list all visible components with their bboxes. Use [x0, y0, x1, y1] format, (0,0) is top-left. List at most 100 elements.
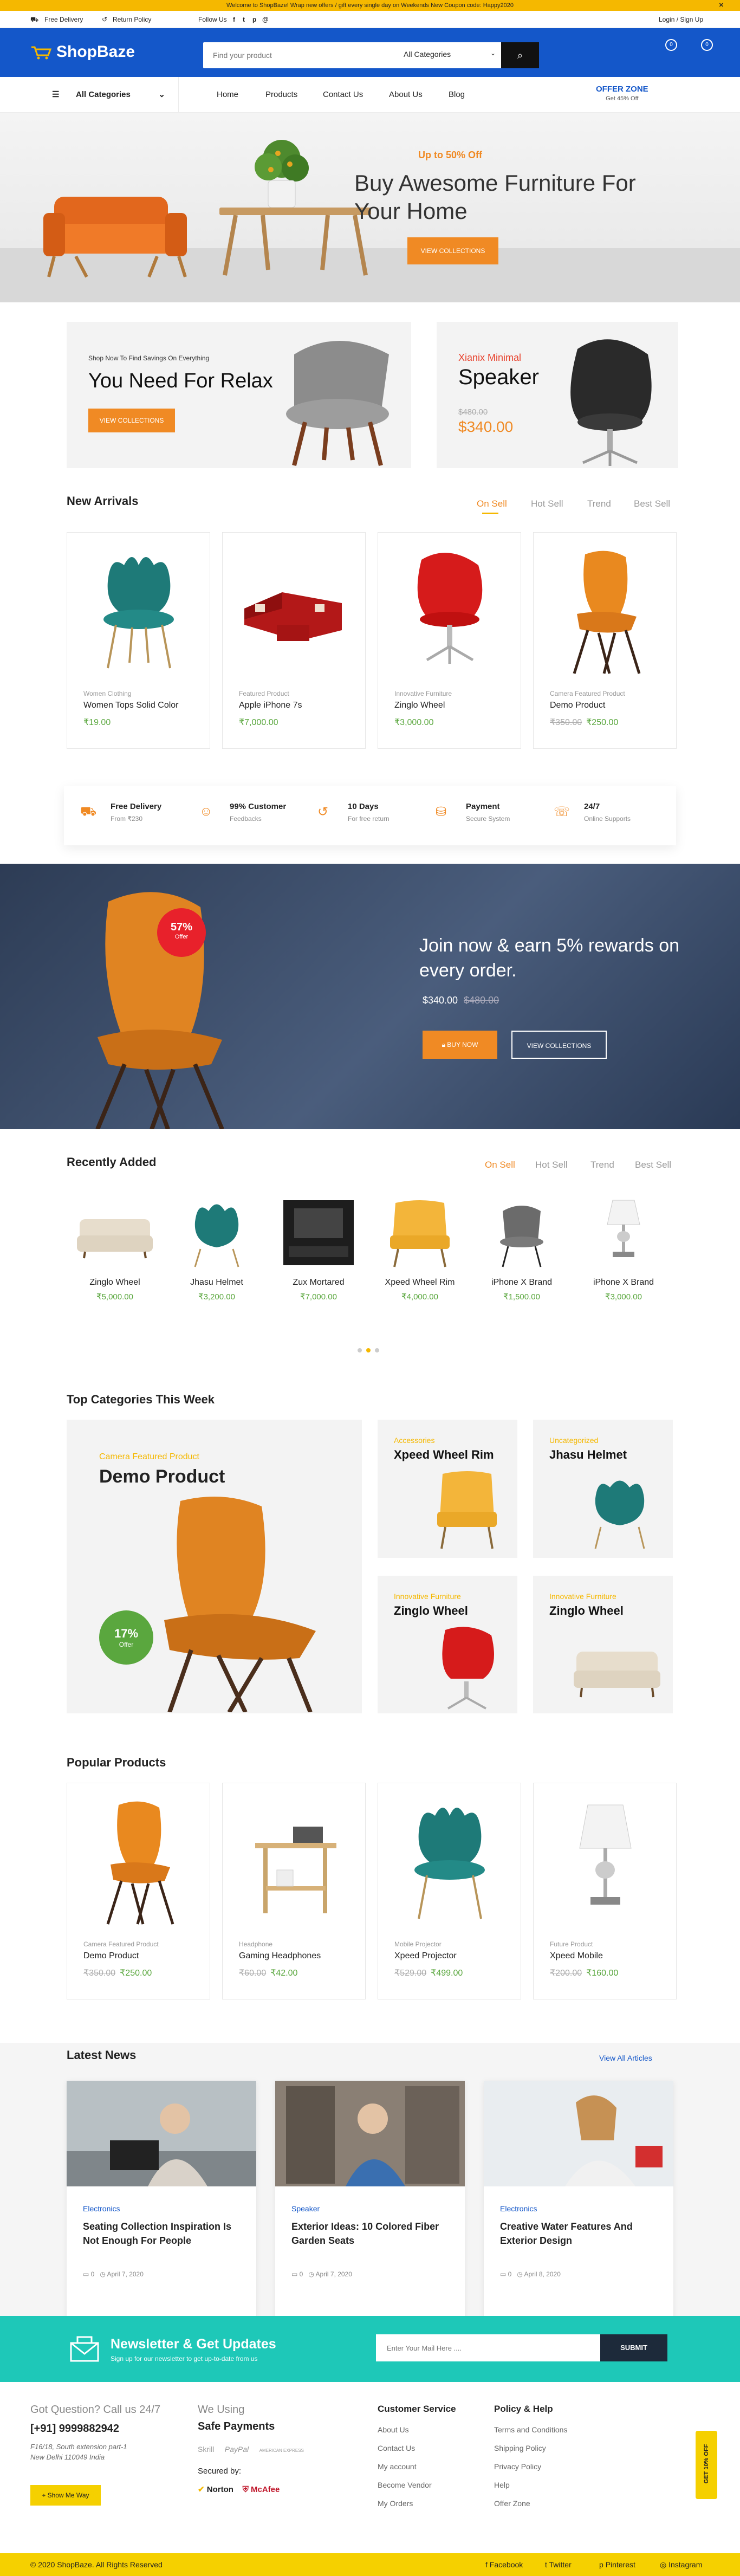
- product-name[interactable]: Zinglo Wheel: [394, 701, 445, 710]
- category-box[interactable]: Accessories Xpeed Wheel Rim: [378, 1420, 517, 1558]
- category-box[interactable]: Innovative Furniture Zinglo Wheel: [533, 1576, 673, 1713]
- nav-home[interactable]: Home: [217, 90, 238, 99]
- logo-text: ShopBaze: [56, 43, 135, 61]
- search-input[interactable]: [213, 49, 375, 62]
- login-signup-link[interactable]: Login / Sign Up: [659, 16, 703, 23]
- product-card[interactable]: Camera Featured Product Demo Product ₹35…: [533, 532, 677, 749]
- cart-icon[interactable]: 0: [701, 39, 713, 51]
- product-name[interactable]: Women Tops Solid Color: [83, 701, 179, 710]
- category-feature-box[interactable]: Camera Featured Product Demo Product 17%…: [67, 1420, 362, 1713]
- news-card[interactable]: Speaker Exterior Ideas: 10 Colored Fiber…: [275, 2081, 465, 2319]
- hero-title: Buy Awesome Furniture For Your Home: [354, 170, 636, 224]
- recent-item[interactable]: Jhasu Helmet ₹3,200.00: [176, 1198, 257, 1311]
- product-card[interactable]: Women Clothing Women Tops Solid Color ₹1…: [67, 532, 210, 749]
- product-name[interactable]: Demo Product: [550, 701, 605, 710]
- product-name[interactable]: Apple iPhone 7s: [239, 701, 302, 710]
- free-delivery-link[interactable]: Free Delivery: [44, 16, 83, 23]
- latest-news-title: Latest News: [67, 2048, 137, 2062]
- category-box[interactable]: Innovative Furniture Zinglo Wheel: [378, 1576, 517, 1713]
- footer-link[interactable]: Shipping Policy: [494, 2444, 567, 2452]
- recent-item[interactable]: Xpeed Wheel Rim ₹4,000.00: [379, 1198, 460, 1311]
- product-name[interactable]: Demo Product: [83, 1951, 139, 1961]
- cart-logo-icon: [31, 46, 52, 60]
- footer-link[interactable]: My Orders: [378, 2499, 456, 2508]
- recent-item[interactable]: Zinglo Wheel ₹5,000.00: [74, 1198, 155, 1311]
- logo[interactable]: ShopBaze: [30, 43, 135, 61]
- twitter-icon[interactable]: t: [243, 16, 245, 23]
- recent-item[interactable]: iPhone X Brand ₹3,000.00: [583, 1198, 664, 1311]
- promo-collections-button[interactable]: VIEW COLLECTIONS: [511, 1031, 607, 1059]
- product-card[interactable]: Future Product Xpeed Mobile ₹200.00 ₹160.…: [533, 1783, 677, 1999]
- pinterest-link[interactable]: p Pinterest: [599, 2560, 635, 2569]
- nav-products[interactable]: Products: [265, 90, 297, 99]
- recent-item[interactable]: Zux Mortared ₹7,000.00: [278, 1198, 359, 1311]
- instagram-link[interactable]: ◎ Instagram: [660, 2560, 702, 2569]
- footer-link[interactable]: Contact Us: [378, 2444, 456, 2452]
- carousel-dot[interactable]: [358, 1348, 362, 1352]
- tab-trend[interactable]: Trend: [587, 499, 611, 509]
- product-price: ₹60.00 ₹42.00: [239, 1969, 298, 1978]
- popular-products-title: Popular Products: [67, 1756, 166, 1769]
- footer-link[interactable]: Help: [494, 2481, 567, 2489]
- recent-item[interactable]: iPhone X Brand ₹1,500.00: [481, 1198, 562, 1311]
- twitter-link[interactable]: t Twitter: [545, 2560, 572, 2569]
- footer-link[interactable]: Terms and Conditions: [494, 2425, 567, 2434]
- tab-best-sell[interactable]: Best Sell: [635, 1160, 671, 1170]
- comment-icon: ▭: [291, 2270, 300, 2278]
- directions-button[interactable]: ⌖ Show Me Way: [30, 2485, 101, 2506]
- promo-banner-relax[interactable]: Shop Now To Find Savings On Everything Y…: [67, 322, 411, 468]
- facebook-icon[interactable]: f: [233, 16, 235, 23]
- banner-relax-button[interactable]: VIEW COLLECTIONS: [88, 409, 175, 432]
- product-name[interactable]: Xpeed Projector: [394, 1951, 457, 1961]
- footer-link[interactable]: Become Vendor: [378, 2481, 456, 2489]
- newsletter-submit-button[interactable]: SUBMIT: [600, 2334, 667, 2361]
- newsletter-sub: Sign up for our newsletter to get up-to-…: [111, 2355, 258, 2363]
- tab-trend[interactable]: Trend: [590, 1160, 614, 1170]
- product-card[interactable]: Innovative Furniture Zinglo Wheel ₹3,000…: [378, 532, 521, 749]
- newsletter-email-input[interactable]: [376, 2334, 600, 2361]
- footer-link[interactable]: Offer Zone: [494, 2499, 567, 2508]
- tab-hot-sell[interactable]: Hot Sell: [535, 1160, 568, 1170]
- product-card[interactable]: Headphone Gaming Headphones ₹60.00 ₹42.00: [222, 1783, 366, 1999]
- category-box[interactable]: Uncategorized Jhasu Helmet: [533, 1420, 673, 1558]
- product-card[interactable]: Mobile Projector Xpeed Projector ₹529.00…: [378, 1783, 521, 1999]
- search-icon: ⌕: [517, 50, 523, 61]
- all-categories-menu[interactable]: ☰ All Categories ⌄: [33, 77, 179, 113]
- footer-link[interactable]: About Us: [378, 2425, 456, 2434]
- discount-side-tab[interactable]: GET 10% OFF: [696, 2431, 717, 2499]
- buy-now-button[interactable]: 🔒︎ BUY NOW: [423, 1031, 497, 1059]
- carousel-dot[interactable]: [375, 1348, 379, 1352]
- tab-on-sell[interactable]: On Sell: [485, 1160, 515, 1170]
- footer-link[interactable]: Privacy Policy: [494, 2462, 567, 2471]
- wishlist-icon[interactable]: 0: [665, 39, 677, 51]
- nav-blog[interactable]: Blog: [449, 90, 465, 99]
- announcement-text: Welcome to ShopBaze! Wrap new offers / g…: [226, 2, 514, 9]
- product-card[interactable]: Camera Featured Product Demo Product ₹35…: [67, 1783, 210, 1999]
- footer-link[interactable]: My account: [378, 2462, 456, 2471]
- tab-on-sell[interactable]: On Sell: [477, 499, 507, 509]
- tab-best-sell[interactable]: Best Sell: [634, 499, 670, 509]
- facebook-link[interactable]: f Facebook: [485, 2560, 523, 2569]
- news-card[interactable]: Electronics Seating Collection Inspirati…: [67, 2081, 256, 2319]
- view-all-articles-link[interactable]: View All Articles: [599, 2054, 652, 2062]
- nav-about[interactable]: About Us: [389, 90, 423, 99]
- close-icon[interactable]: ✕: [719, 0, 724, 11]
- search-button[interactable]: ⌕: [501, 42, 539, 68]
- product-price: ₹200.00 ₹160.00: [550, 1969, 619, 1978]
- product-card[interactable]: Featured Product Apple iPhone 7s ₹7,000.…: [222, 532, 366, 749]
- news-card[interactable]: Electronics Creative Water Features And …: [484, 2081, 673, 2319]
- offer-zone[interactable]: OFFER ZONE Get 45% Off: [596, 85, 648, 102]
- nav-contact[interactable]: Contact Us: [323, 90, 363, 99]
- product-price: ₹529.00 ₹499.00: [394, 1969, 463, 1978]
- product-name[interactable]: Xpeed Mobile: [550, 1951, 603, 1961]
- promo-banner-speaker[interactable]: Xianix Minimal Speaker $480.00 $340.00: [437, 322, 678, 468]
- copyright: © 2020 ShopBaze. All Rights Reserved: [30, 2560, 163, 2569]
- hero-collections-button[interactable]: VIEW COLLECTIONS: [407, 237, 498, 264]
- tab-hot-sell[interactable]: Hot Sell: [531, 499, 563, 509]
- product-name[interactable]: Gaming Headphones: [239, 1951, 321, 1961]
- return-policy-link[interactable]: Return Policy: [113, 16, 151, 23]
- category-select[interactable]: All Categories: [404, 50, 490, 59]
- pinterest-icon[interactable]: p: [252, 16, 256, 23]
- carousel-dot-active[interactable]: [366, 1348, 371, 1352]
- instagram-icon[interactable]: @: [262, 16, 269, 23]
